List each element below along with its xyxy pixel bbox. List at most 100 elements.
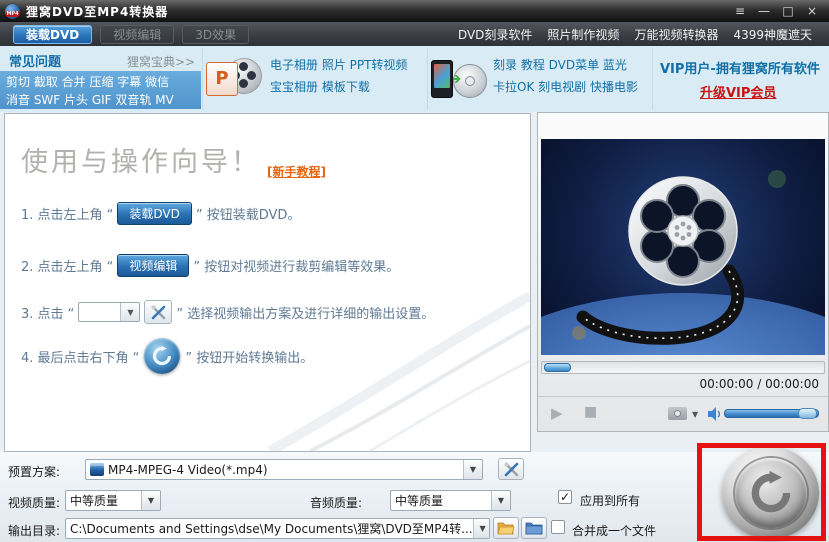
output-dir-value: C:\Documents and Settings\dse\My Documen… <box>70 522 473 536</box>
preset-value: MP4-MPEG-4 Video(*.mp4) <box>108 462 268 477</box>
volume-icon[interactable] <box>708 407 721 421</box>
tools-icon <box>151 305 166 319</box>
volume-slider[interactable] <box>724 408 819 419</box>
open-folder-button[interactable] <box>521 517 547 539</box>
dvd-disc-icon: ➔ <box>448 64 487 98</box>
step1-text: 1. 点击左上角 “ <box>21 208 114 223</box>
guide-step-4: 4. 最后点击右下角 “ ” 按钮开始转换输出。 <box>21 338 313 374</box>
chevron-down-icon[interactable]: ▼ <box>692 410 698 419</box>
folder-icon <box>525 522 543 535</box>
promo-toolbar: 常见问题 狸窝宝典>> 剪切 截取 合并 压缩 字幕 微信 消音 SWF 片头 … <box>0 46 829 112</box>
snapshot-camera-icon[interactable] <box>668 407 687 420</box>
video-quality-combo[interactable]: 中等质量 ▼ <box>65 490 161 511</box>
player-controls: ▶ ■ ▼ <box>538 396 828 431</box>
folder-open-icon <box>497 522 515 535</box>
audio-quality-value: 中等质量 <box>395 494 444 508</box>
load-dvd-button-illustration: 装载DVD <box>117 202 192 225</box>
application-window: MP4 狸窝DVD至MP4转换器 ≡ — □ × 装载DVD 视频编辑 3D效果… <box>0 0 829 542</box>
seek-handle[interactable] <box>544 363 571 372</box>
dvd-ad-line1[interactable]: 刻录 教程 DVD菜单 蓝光 <box>493 56 627 75</box>
menu-icon[interactable]: ≡ <box>731 4 749 19</box>
vip-upgrade-link[interactable]: 升级VIP会员 <box>700 82 776 101</box>
vip-banner-text: VIP用户-拥有狸窝所有软件 <box>660 62 820 77</box>
film-reel-image <box>448 170 829 529</box>
tools-icon <box>504 462 518 476</box>
browse-folder-button[interactable] <box>493 517 519 539</box>
tab-3d-effect[interactable]: 3D效果 <box>182 24 250 44</box>
step1-text-suffix: ” 按钮装载DVD。 <box>195 208 301 223</box>
divider <box>652 48 653 110</box>
minimize-button[interactable]: — <box>755 4 773 19</box>
ppt-ad-line1[interactable]: 电子相册 照片 PPT转视频 <box>270 56 407 75</box>
step2-text-suffix: ” 按钮对视频进行裁剪编辑等效果。 <box>193 260 400 275</box>
ppt-ad-line2[interactable]: 宝宝相册 模板下载 <box>270 78 370 97</box>
guide-step-2: 2. 点击左上角 “ 视频编辑 ” 按钮对视频进行裁剪编辑等效果。 <box>21 254 399 277</box>
time-display: 00:00:00 / 00:00:00 <box>699 377 819 391</box>
step4-text: 4. 最后点击右下角 “ <box>21 350 140 366</box>
powerpoint-icon: P <box>206 62 238 96</box>
divider <box>202 48 203 110</box>
app-icon: MP4 <box>5 3 20 19</box>
video-preview <box>448 139 829 529</box>
video-edit-button-illustration: 视频编辑 <box>117 254 190 277</box>
settings-button-illustration <box>144 300 173 324</box>
play-button[interactable]: ▶ <box>551 404 563 422</box>
tab-video-edit[interactable]: 视频编辑 <box>100 24 175 44</box>
step4-text-suffix: ” 按钮开始转换输出。 <box>185 350 314 366</box>
audio-quality-combo[interactable]: 中等质量 ▼ <box>390 490 511 511</box>
output-settings-button[interactable] <box>498 458 524 480</box>
video-file-icon <box>90 463 104 476</box>
output-dir-label: 输出目录: <box>8 524 61 538</box>
faq-more-link[interactable]: 狸窝宝典>> <box>127 53 195 70</box>
step3-text-suffix: ” 选择视频输出方案及进行详细的输出设置。 <box>176 306 435 322</box>
convert-button-face[interactable] <box>734 458 807 528</box>
output-dir-combo[interactable]: C:\Documents and Settings\dse\My Documen… <box>65 518 490 539</box>
tab-bar: 装载DVD 视频编辑 3D效果 DVD刻录软件 照片制作视频 万能视频转换器 4… <box>0 22 829 46</box>
top-menu: DVD刻录软件 照片制作视频 万能视频转换器 4399神魔遮天 <box>458 26 829 43</box>
faq-keywords-line2[interactable]: 消音 SWF 片头 GIF 双音轨 MV <box>6 91 201 109</box>
mp4-badge: MP4 <box>6 10 19 17</box>
link-dvd-burn[interactable]: DVD刻录软件 <box>458 26 532 43</box>
phone-icon <box>431 60 453 98</box>
maximize-button[interactable]: □ <box>779 4 797 19</box>
step3-text: 3. 点击 “ <box>21 306 75 322</box>
refresh-arrow-icon <box>153 345 172 366</box>
close-button[interactable]: × <box>803 4 821 19</box>
chevron-down-icon[interactable]: ▼ <box>141 491 160 510</box>
guide-panel: 使用与操作向导！ [新手教程] 1. 点击左上角 “ 装载DVD ” 按钮装载D… <box>4 113 531 452</box>
refresh-arrow-icon <box>751 470 790 513</box>
link-4399-game[interactable]: 4399神魔遮天 <box>733 26 812 43</box>
apply-all-label: 应用到所有 <box>580 494 641 508</box>
chevron-down-icon[interactable]: ▼ <box>463 460 482 479</box>
preset-label: 预置方案: <box>8 465 61 479</box>
tab-load-dvd[interactable]: 装载DVD <box>13 24 93 44</box>
tutorial-link[interactable]: [新手教程] <box>267 163 326 180</box>
convert-icon-illustration <box>144 338 181 374</box>
convert-button[interactable] <box>722 447 819 539</box>
guide-title: 使用与操作向导！ <box>21 147 261 178</box>
chevron-down-icon[interactable]: ▼ <box>491 491 510 510</box>
volume-handle[interactable] <box>798 408 817 419</box>
guide-step-1: 1. 点击左上角 “ 装载DVD ” 按钮装载DVD。 <box>21 202 300 225</box>
faq-keywords-line1[interactable]: 剪切 截取 合并 压缩 字幕 微信 <box>6 73 201 91</box>
audio-quality-label: 音频质量: <box>310 496 363 510</box>
faq-title: 常见问题 <box>9 55 62 70</box>
preset-combo[interactable]: MP4-MPEG-4 Video(*.mp4) ▼ <box>85 459 483 480</box>
merge-checkbox[interactable] <box>551 520 565 534</box>
guide-step-3: 3. 点击 “ ▼ ” 选择视频输出方案及进行详细的输出设置。 <box>21 300 434 324</box>
link-universal-converter[interactable]: 万能视频转换器 <box>634 26 718 43</box>
dvd-ad-line2[interactable]: 卡拉OK 刻电视剧 快播电影 <box>493 78 638 97</box>
chevron-down-icon: ▼ <box>120 303 140 321</box>
ppt-album-icon: P <box>206 54 262 102</box>
stop-button[interactable]: ■ <box>584 404 597 420</box>
divider <box>427 48 428 110</box>
link-photo-video[interactable]: 照片制作视频 <box>547 26 619 43</box>
seek-bar[interactable] <box>541 361 825 374</box>
chevron-down-icon[interactable]: ▼ <box>472 519 489 538</box>
apply-all-checkbox[interactable]: ✓ <box>558 490 572 504</box>
check-icon: ✓ <box>559 490 571 504</box>
faq-keyword-links[interactable]: 剪切 截取 合并 压缩 字幕 微信 消音 SWF 片头 GIF 双音轨 MV <box>0 71 201 109</box>
title-bar: MP4 狸窝DVD至MP4转换器 ≡ — □ × <box>0 0 829 22</box>
preview-panel: 00:00:00 / 00:00:00 ▶ ■ ▼ <box>448 112 829 529</box>
video-quality-value: 中等质量 <box>70 494 119 508</box>
